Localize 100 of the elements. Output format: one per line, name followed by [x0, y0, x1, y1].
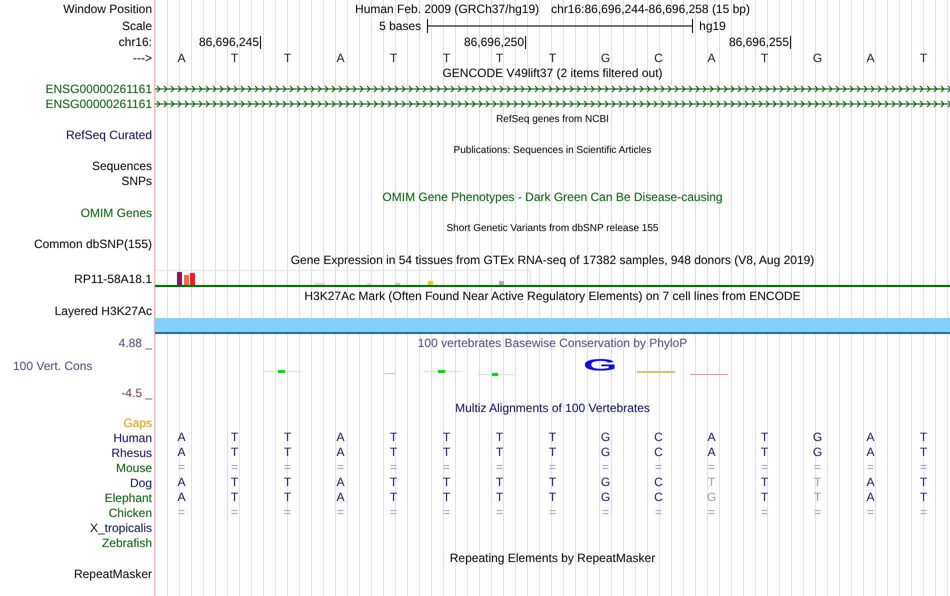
track-title: Short Genetic Variants from dbSNP release 155 — [446, 222, 658, 234]
base-letter: T — [760, 475, 770, 490]
base-letter: T — [494, 50, 504, 64]
conservation-mark — [423, 370, 461, 373]
base-letter: = — [760, 460, 769, 475]
base-letter: A — [865, 490, 876, 505]
base-letter: A — [706, 50, 716, 64]
base-letter: = — [230, 505, 239, 520]
base-letter: A — [335, 475, 346, 490]
base-letter: T — [812, 475, 822, 490]
base-letter: T — [548, 430, 558, 445]
base-letter: T — [282, 50, 292, 64]
base-letter: T — [388, 490, 398, 505]
base-letter: = — [388, 460, 398, 475]
base-letter: T — [388, 430, 398, 445]
gene-arrow-line[interactable] — [155, 84, 950, 94]
base-letter: T — [494, 475, 504, 490]
base-letter: A — [176, 430, 186, 445]
base-letter: = — [282, 460, 292, 475]
track-label[interactable]: RefSeq Curated — [0, 128, 155, 142]
species-label: Dog — [128, 476, 153, 490]
base-letter: T — [388, 445, 398, 460]
species-label: Zebrafish — [100, 536, 153, 550]
track-label[interactable]: RepeatMasker — [0, 566, 155, 580]
base-letter: T — [442, 430, 452, 445]
base-letter: = — [600, 505, 610, 520]
base-letter: A — [176, 475, 186, 490]
base-letter: G — [706, 490, 718, 505]
track-label: Scale — [120, 18, 153, 32]
base-letter: A — [865, 50, 876, 64]
track-label: ---> — [132, 50, 153, 64]
base-letter: T — [442, 50, 452, 64]
base-letter: = — [654, 505, 663, 520]
base-letter: A — [176, 490, 186, 505]
track-label[interactable]: ENSG00000261161 — [0, 96, 155, 110]
base-letter: T — [282, 475, 292, 490]
base-letter: C — [653, 490, 664, 505]
base-letter: T — [388, 475, 398, 490]
base-letter: = — [600, 460, 610, 475]
base-letter: = — [176, 505, 186, 520]
track-title: Multiz Alignments of 100 Vertebrates — [455, 401, 650, 415]
base-letter: = — [812, 505, 822, 520]
base-letter: T — [282, 430, 292, 445]
track-title: H3K27Ac Mark (Often Found Near Active Regulatory Elements) on 7 cell lines from ENCODE — [304, 289, 801, 303]
base-letter: T — [282, 445, 292, 460]
base-letter: T — [918, 50, 928, 64]
base-letter: = — [918, 505, 928, 520]
base-letter: T — [918, 490, 928, 505]
base-letter: = — [494, 460, 504, 475]
conservation-mark — [637, 371, 675, 373]
base-letter: A — [865, 475, 876, 490]
base-letter: T — [760, 430, 770, 445]
base-letter: C — [653, 445, 664, 460]
track-label[interactable]: OMIM Genes — [0, 206, 155, 220]
base-letter: A — [176, 50, 186, 64]
track-label: chr16: — [118, 35, 153, 49]
track-label[interactable]: Sequences — [0, 158, 155, 172]
base-letter: G — [600, 475, 612, 490]
track-title: GENCODE V49lift37 (2 items filtered out) — [442, 66, 663, 80]
base-letter: T — [230, 50, 240, 64]
base-letter: T — [230, 445, 240, 460]
track-label[interactable]: ENSG00000261161 — [0, 82, 155, 96]
base-letter: = — [548, 505, 557, 520]
base-letter: = — [282, 505, 292, 520]
track-label[interactable]: 100 Vert. Cons — [0, 350, 92, 373]
base-letter: = — [548, 460, 557, 475]
base-letter: T — [494, 445, 504, 460]
base-letter: G — [600, 490, 612, 505]
assembly-text: hg19 — [699, 18, 726, 32]
axis-max-label: 4.88 _ — [118, 336, 154, 350]
base-letter: T — [706, 475, 716, 490]
species-label: Chicken — [108, 506, 153, 520]
base-letter: A — [335, 430, 346, 445]
track-label[interactable]: SNPs — [0, 174, 155, 188]
base-letter: = — [230, 460, 239, 475]
base-letter: A — [706, 430, 716, 445]
base-letter: T — [442, 490, 452, 505]
species-label: Elephant — [104, 490, 153, 504]
track-label[interactable]: Common dbSNP(155) — [0, 236, 155, 250]
base-letter: G — [812, 430, 824, 445]
track-title: 100 vertebrates Basewise Conservation by PhyloP — [418, 336, 688, 350]
base-letter: C — [653, 475, 664, 490]
scale-bar-icon — [427, 18, 694, 32]
base-letter: = — [654, 460, 663, 475]
base-letter: T — [442, 475, 452, 490]
species-label: X_tropicalis — [88, 520, 153, 534]
gene-arrow-line[interactable] — [155, 98, 950, 108]
conservation-mark — [690, 374, 728, 375]
base-letter: T — [760, 445, 770, 460]
base-letter: T — [760, 50, 770, 64]
base-letter: T — [230, 490, 240, 505]
logo-letter: G — [583, 356, 618, 374]
base-letter: = — [760, 505, 769, 520]
base-letter: T — [282, 490, 292, 505]
base-letter: T — [918, 445, 928, 460]
track-label[interactable]: Layered H3K27Ac — [0, 304, 155, 318]
track-label[interactable]: RP11-58A18.1 — [0, 272, 155, 286]
base-letter: G — [812, 50, 824, 64]
position-label: 86,696,255 — [728, 36, 791, 48]
base-letter: T — [230, 430, 240, 445]
